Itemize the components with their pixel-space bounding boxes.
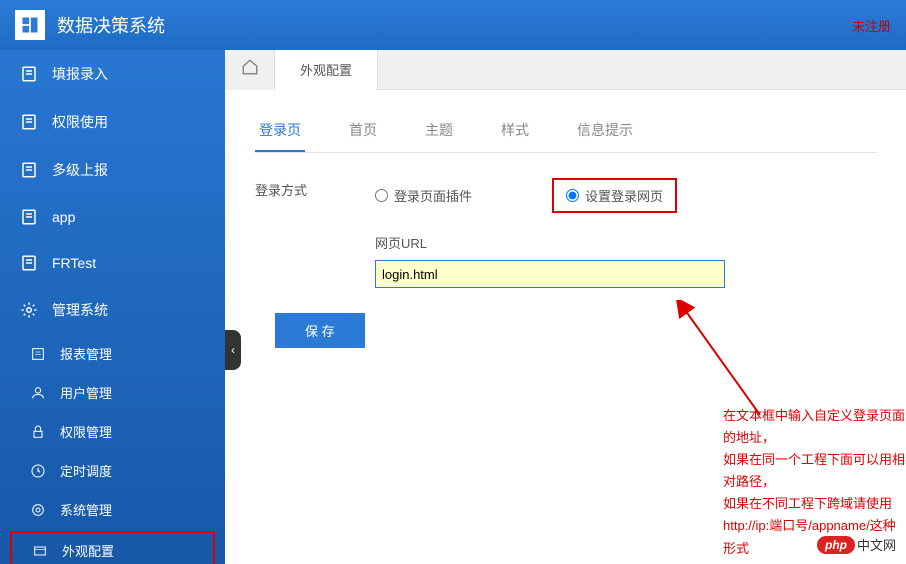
tab-label: 外观配置 [300,60,352,79]
tab-style[interactable]: 样式 [497,110,533,152]
url-label: 网页URL [375,233,876,252]
url-section: 网页URL [375,233,876,288]
submenu-item-appearance[interactable]: 外观配置 [12,533,213,564]
tabs-bar: 登录页 首页 主题 样式 信息提示 [255,110,876,153]
submenu: 报表管理 用户管理 权限管理 定时调度 系统管理 外观配置 [0,334,225,564]
page-tab-appearance[interactable]: 外观配置 [275,50,378,90]
main-content: 外观配置 登录页 首页 主题 样式 信息提示 登录方式 登录页面插件 [225,50,906,564]
sidebar-collapse-toggle[interactable]: ‹ [225,330,241,370]
sidebar-item-frtest[interactable]: FRTest [0,240,225,286]
sidebar-item-fill-report[interactable]: 填报录入 [0,50,225,98]
clock-icon [30,463,46,479]
save-button[interactable]: 保 存 [275,313,365,348]
sidebar-label: app [52,209,75,225]
radio-group: 登录页面插件 设置登录网页 [375,178,876,213]
radio-highlighted-box: 设置登录网页 [552,178,677,213]
home-tab[interactable] [225,50,275,90]
sidebar-item-app[interactable]: app [0,194,225,240]
submenu-label: 定时调度 [60,461,112,480]
sidebar-label: 管理系统 [52,300,108,320]
url-input[interactable] [375,260,725,288]
user-icon [30,385,46,401]
report-icon [30,346,46,362]
submenu-item-user-mgmt[interactable]: 用户管理 [0,373,225,412]
sidebar: 填报录入 权限使用 多级上报 app FRTest 管理系统 报表管理 [0,50,225,564]
sidebar-item-management[interactable]: 管理系统 [0,286,225,334]
submenu-label: 用户管理 [60,383,112,402]
sidebar-label: FRTest [52,255,96,271]
radio-webpage[interactable]: 设置登录网页 [566,186,663,205]
login-method-label: 登录方式 [255,178,375,213]
app-header: 数据决策系统 未注册 [0,0,906,50]
login-method-row: 登录方式 登录页面插件 设置登录网页 [255,178,876,213]
sidebar-label: 多级上报 [52,160,108,180]
radio-plugin[interactable]: 登录页面插件 [375,186,472,205]
sidebar-item-multi-report[interactable]: 多级上报 [0,146,225,194]
home-icon [241,58,259,81]
submenu-label: 系统管理 [60,500,112,519]
app-logo-icon [15,10,45,40]
radio-webpage-label: 设置登录网页 [585,186,663,205]
lock-icon [30,424,46,440]
document-icon [20,113,38,131]
highlighted-menu-box: 外观配置 [10,531,215,564]
sidebar-label: 填报录入 [52,64,108,84]
header-left: 数据决策系统 [15,10,165,40]
breadcrumb-bar: 外观配置 [225,50,906,90]
submenu-item-report-mgmt[interactable]: 报表管理 [0,334,225,373]
content-area: 登录页 首页 主题 样式 信息提示 登录方式 登录页面插件 [225,90,906,368]
document-icon [20,254,38,272]
register-status[interactable]: 未注册 [852,16,891,35]
tab-theme[interactable]: 主题 [421,110,457,152]
submenu-label: 外观配置 [62,541,114,560]
watermark: php 中文网 [817,535,896,554]
gear-icon [30,502,46,518]
tab-home-page[interactable]: 首页 [345,110,381,152]
appearance-icon [32,543,48,559]
submenu-label: 权限管理 [60,422,112,441]
document-icon [20,161,38,179]
app-title: 数据决策系统 [57,12,165,38]
watermark-badge: php [817,536,855,554]
gear-icon [20,301,38,319]
document-icon [20,65,38,83]
chevron-left-icon: ‹ [231,343,235,357]
radio-plugin-label: 登录页面插件 [394,186,472,205]
document-icon [20,208,38,226]
watermark-text: 中文网 [857,535,896,554]
submenu-item-system-mgmt[interactable]: 系统管理 [0,490,225,529]
submenu-item-permission-mgmt[interactable]: 权限管理 [0,412,225,451]
tab-login-page[interactable]: 登录页 [255,110,305,152]
radio-plugin-input[interactable] [375,189,388,202]
sidebar-item-permission[interactable]: 权限使用 [0,98,225,146]
submenu-label: 报表管理 [60,344,112,363]
radio-webpage-input[interactable] [566,189,579,202]
submenu-item-schedule[interactable]: 定时调度 [0,451,225,490]
tab-info-tip[interactable]: 信息提示 [573,110,637,152]
sidebar-label: 权限使用 [52,112,108,132]
